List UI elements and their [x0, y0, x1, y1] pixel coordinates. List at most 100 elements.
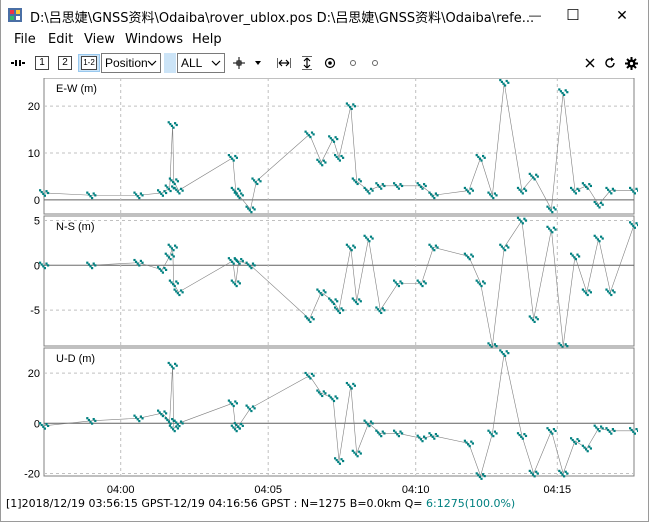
quality-select[interactable]: ALL [177, 53, 225, 73]
data-point [342, 459, 345, 463]
fit-horizontal-icon [277, 58, 291, 68]
fit-vertical-button[interactable] [299, 54, 315, 72]
plot-area[interactable]: 0 10 20 E-W (m) -5 0 5 N-S (m) -20 0 20 U-D (m) 04:0… [6, 77, 640, 496]
close-button[interactable]: ✕ [599, 0, 645, 30]
app-icon [8, 8, 22, 22]
data-point [332, 302, 336, 306]
data-point [359, 452, 362, 455]
data-point [235, 284, 238, 288]
data-point [433, 249, 436, 252]
position-plot[interactable]: 01020E-W (m)-505 N-S (m)-20020U-D (m)04:0… [6, 77, 640, 496]
title-bar[interactable]: D:\吕思婕\GNSS资料\Odaiba\rover_ublox.pos D:\… [0, 0, 650, 30]
y-tick-label: 5 [34, 215, 40, 227]
data-point [309, 135, 312, 139]
data-point [433, 437, 436, 440]
data-point [172, 367, 175, 370]
data-point [368, 240, 371, 243]
data-point [238, 427, 241, 430]
data-point [507, 81, 510, 84]
data-point [380, 435, 383, 438]
data-point [401, 282, 404, 285]
data-point [589, 291, 592, 294]
chevron-down-icon [147, 60, 157, 66]
menu-view[interactable]: View [84, 32, 115, 47]
data-point [232, 159, 235, 162]
data-point [401, 432, 404, 435]
data-point [471, 442, 474, 445]
data-point [601, 203, 604, 206]
data-point [633, 226, 636, 229]
solution-diff-button[interactable]: 1-2 [78, 54, 100, 72]
connect-icon [11, 60, 25, 66]
menu-edit[interactable]: Edit [48, 32, 73, 47]
data-point [176, 427, 179, 430]
solution-2-button[interactable]: 2 [57, 54, 73, 72]
data-point [495, 194, 498, 197]
show-track-button[interactable] [345, 54, 361, 72]
data-point [589, 447, 592, 450]
clear-button[interactable] [582, 54, 598, 72]
splitter-handle[interactable] [164, 53, 176, 73]
solution-1-button[interactable]: 1 [34, 54, 50, 72]
menu-help[interactable]: Help [192, 32, 222, 47]
data-point [336, 137, 339, 141]
data-point [574, 258, 577, 261]
crosshair-button[interactable] [231, 54, 247, 72]
menu-windows[interactable]: Windows [125, 32, 183, 47]
crosshair-icon [233, 57, 245, 69]
reload-button[interactable] [602, 54, 618, 72]
data-point [175, 123, 178, 127]
center-origin-button[interactable] [322, 54, 338, 72]
x-tick-label: 04:05 [254, 484, 282, 496]
settings-button[interactable] [623, 54, 639, 72]
data-point [256, 182, 259, 186]
data-point [421, 187, 424, 190]
crosshair-dropdown[interactable] [252, 54, 264, 72]
plot-type-select[interactable]: Position [101, 53, 161, 73]
data-point [176, 180, 179, 183]
data-point [551, 432, 554, 435]
data-point [172, 255, 175, 258]
status-quality: 6:1275(100.0%) [426, 497, 516, 510]
data-point [47, 424, 50, 428]
data-point [436, 194, 439, 197]
connect-button[interactable] [10, 54, 26, 72]
panel-frame [43, 215, 635, 347]
data-point [436, 246, 439, 249]
data-point [235, 402, 238, 405]
plot-type-value: Position [105, 56, 148, 70]
data-point [521, 437, 524, 440]
panel-title: N-S (m) [56, 221, 95, 233]
data-point [175, 246, 178, 249]
data-point [235, 156, 238, 159]
data-point [332, 399, 336, 403]
data-point [165, 268, 168, 271]
data-point [309, 377, 312, 380]
data-point [94, 419, 97, 422]
maximize-button[interactable]: ☐ [550, 0, 596, 30]
menu-bar: File Edit View Windows Help [0, 30, 650, 50]
data-point [321, 394, 324, 398]
data-point [324, 392, 327, 395]
data-point [324, 161, 327, 164]
data-point [563, 475, 566, 478]
x-tick-label: 04:00 [107, 484, 135, 496]
fit-horizontal-button[interactable] [276, 54, 292, 72]
data-point [589, 184, 592, 188]
data-point [241, 194, 244, 197]
data-point [141, 194, 144, 197]
data-point [421, 440, 424, 443]
y-tick-label: -5 [30, 305, 40, 317]
data-point [368, 192, 371, 195]
data-point [601, 427, 604, 430]
data-point [598, 206, 601, 209]
data-point [495, 432, 498, 435]
toolbar: 1 2 1-2 Position ALL [0, 52, 650, 76]
show-point-button[interactable] [367, 54, 383, 72]
menu-file[interactable]: File [14, 32, 36, 47]
data-point [371, 237, 374, 240]
data-point [91, 267, 94, 270]
data-point [91, 422, 94, 425]
data-point [138, 419, 141, 423]
data-point [371, 422, 374, 425]
